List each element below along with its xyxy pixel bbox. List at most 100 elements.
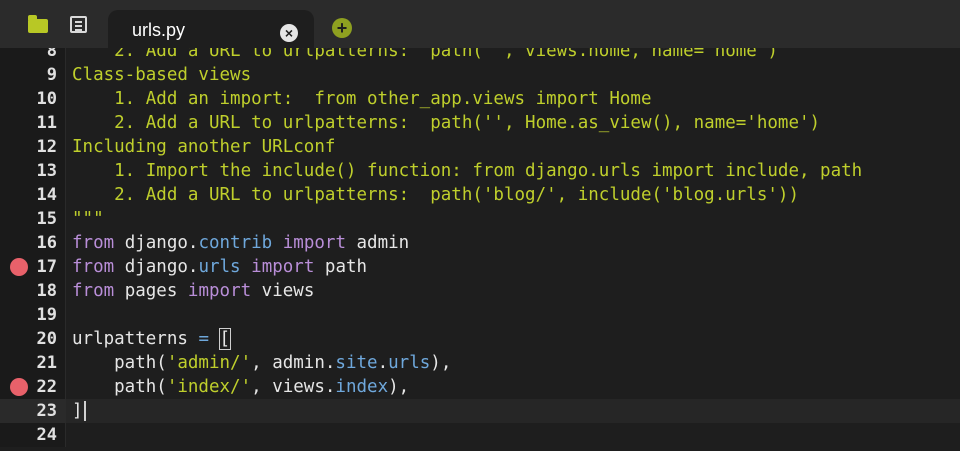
tab-urls-py[interactable]: urls.py × [108,10,314,48]
line-gutter[interactable]: 20 [0,327,66,351]
line-gutter[interactable]: 23 [0,399,66,423]
code-token: views [251,281,315,301]
code-token: 1. Import the include() function: from d… [72,161,863,181]
code-token: ), [430,353,452,373]
line-number: 14 [36,185,57,205]
line-number: 19 [36,305,57,325]
code-token: [ [218,328,232,350]
code-line[interactable]: 24 [0,423,960,447]
code-text: Including another URLconf [72,135,335,159]
code-token: , views. [251,377,336,397]
code-line[interactable]: 21 path('admin/', admin.site.urls), [0,351,960,375]
code-text: ] [72,399,86,423]
close-icon[interactable]: × [280,24,298,42]
code-line[interactable]: 14 2. Add a URL to urlpatterns: path('bl… [0,183,960,207]
line-gutter[interactable]: 13 [0,159,66,183]
code-token: import [282,233,346,253]
tab-bar: urls.py × + [0,0,960,49]
code-line[interactable]: 11 2. Add a URL to urlpatterns: path('',… [0,111,960,135]
breakpoint-icon[interactable] [10,258,28,276]
code-token: Class-based views [72,65,252,85]
code-token: from [72,257,115,277]
code-line[interactable]: 13 1. Import the include() function: fro… [0,159,960,183]
line-gutter[interactable]: 21 [0,351,66,375]
code-line[interactable]: 20 urlpatterns = [ [0,327,960,351]
line-gutter[interactable]: 15 [0,207,66,231]
line-gutter[interactable]: 24 [0,423,66,447]
line-number: 18 [36,281,57,301]
line-number: 12 [36,137,57,157]
code-token: admin [345,233,410,253]
line-gutter[interactable]: 14 [0,183,66,207]
code-text: 1. Import the include() function: from d… [72,159,862,183]
code-line[interactable]: 9 Class-based views [0,63,960,87]
line-gutter[interactable]: 12 [0,135,66,159]
line-number: 16 [36,233,57,253]
line-gutter[interactable]: 22 [0,375,66,399]
code-line[interactable]: 17 from django.urls import path [0,255,960,279]
code-token: django. [114,257,199,277]
breakpoint-icon[interactable] [10,378,28,396]
code-token: import [251,257,315,277]
code-line[interactable]: 8 2. Add a URL to urlpatterns: path('', … [0,48,960,63]
code-line[interactable]: 10 1. Add an import: from other_app.view… [0,87,960,111]
line-gutter[interactable]: 8 [0,48,66,63]
line-number: 20 [36,329,57,349]
plus-icon[interactable]: + [332,18,352,38]
code-token: . [377,353,389,373]
code-line[interactable]: 19 [0,303,960,327]
code-token: 'index/' [166,377,252,397]
line-gutter[interactable]: 18 [0,279,66,303]
code-token: path [314,257,368,277]
line-gutter[interactable]: 16 [0,231,66,255]
code-line[interactable]: 22 path('index/', views.index), [0,375,960,399]
line-number: 21 [36,353,57,373]
code-token: django. [114,233,199,253]
code-token: ), [388,377,410,397]
code-line[interactable]: 15 """ [0,207,960,231]
line-gutter[interactable]: 11 [0,111,66,135]
line-gutter[interactable]: 17 [0,255,66,279]
code-line[interactable]: 16 from django.contrib import admin [0,231,960,255]
code-token: urls [388,353,431,373]
line-gutter[interactable]: 9 [0,63,66,87]
code-text: path('admin/', admin.site.urls), [72,351,451,375]
code-token: Including another URLconf [72,137,336,157]
code-token: 2. Add a URL to urlpatterns: path('blog/… [72,185,799,205]
code-token: ] [72,401,83,421]
code-token: 1. Add an import: from other_app.views i… [72,89,652,109]
line-number: 23 [36,401,57,421]
line-number: 8 [46,48,57,61]
code-token: from [72,233,115,253]
code-text: urlpatterns = [ [72,327,232,351]
folder-icon[interactable] [26,14,50,34]
line-gutter[interactable]: 19 [0,303,66,327]
code-editor[interactable]: 8 2. Add a URL to urlpatterns: path('', … [0,48,960,451]
code-token: 2. Add a URL to urlpatterns: path('', Ho… [72,113,821,133]
code-text: from django.urls import path [72,255,367,279]
code-token: urlpatterns [72,329,199,349]
code-line[interactable]: 23] [0,399,960,423]
code-text: path('index/', views.index), [72,375,409,399]
code-token: """ [72,209,104,229]
code-token: site [335,353,378,373]
code-token: 2. Add a URL to urlpatterns: path('', vi… [72,48,778,61]
code-text: 2. Add a URL to urlpatterns: path('', vi… [72,48,778,63]
code-text: from pages import views [72,279,314,303]
line-number: 22 [36,377,57,397]
code-text: from django.contrib import admin [72,231,409,255]
text-cursor [83,401,86,421]
code-text: 2. Add a URL to urlpatterns: path('blog/… [72,183,799,207]
code-line[interactable]: 12 Including another URLconf [0,135,960,159]
code-token: contrib [198,233,273,253]
file-list-icon[interactable] [66,14,90,34]
code-text: """ [72,207,104,231]
code-token: from [72,281,115,301]
code-token: urls [198,257,241,277]
line-gutter[interactable]: 10 [0,87,66,111]
code-token: 'admin/' [166,353,252,373]
line-number: 10 [36,89,57,109]
code-line[interactable]: 18 from pages import views [0,279,960,303]
